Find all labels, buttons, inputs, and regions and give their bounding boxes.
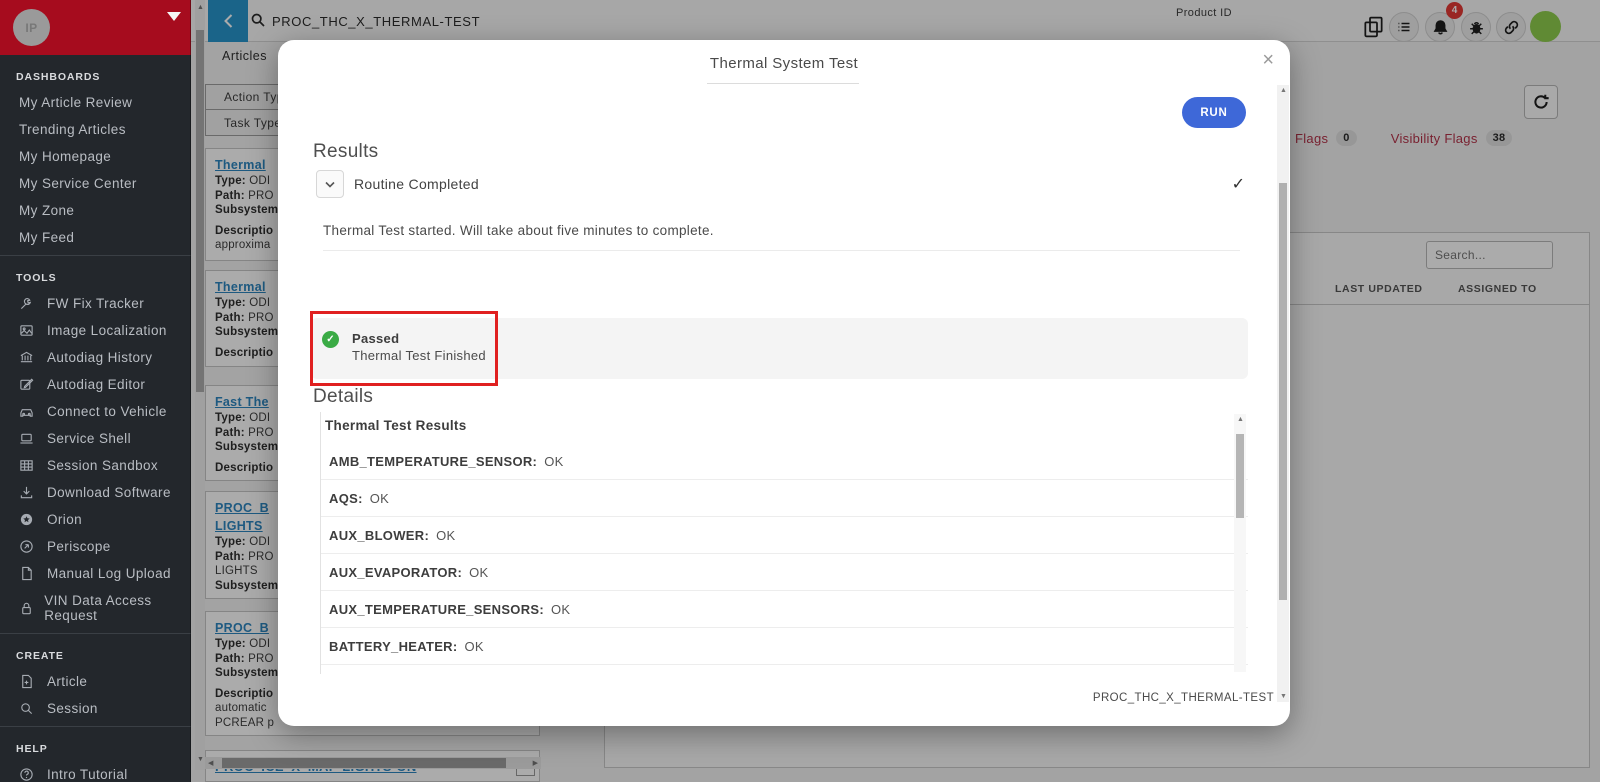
- car-icon: [19, 404, 38, 419]
- scrollbar-thumb[interactable]: [1236, 434, 1244, 518]
- sidebar-item-image-localization[interactable]: Image Localization: [0, 317, 191, 344]
- routine-status-row: Routine Completed ✓: [316, 170, 1250, 198]
- sidebar-item-connect-to-vehicle[interactable]: Connect to Vehicle: [0, 398, 191, 425]
- details-heading: Details: [313, 386, 373, 408]
- section-title: CREATE: [0, 646, 191, 668]
- sidebar-item-service-shell[interactable]: Service Shell: [0, 425, 191, 452]
- wrench-icon: [19, 296, 38, 311]
- sidebar-item-autodiag-history[interactable]: Autodiag History: [0, 344, 191, 371]
- result-row: AUX_BLOWER:OK: [321, 517, 1248, 554]
- sidebar-item-my-service-center[interactable]: My Service Center: [0, 170, 191, 197]
- check-icon: ✓: [1232, 174, 1245, 194]
- sidebar-item-orion[interactable]: Orion: [0, 506, 191, 533]
- close-icon[interactable]: ×: [1262, 50, 1274, 70]
- sidebar-item-download-software[interactable]: Download Software: [0, 479, 191, 506]
- sidebar-section-create: CREATE Article Session: [0, 634, 191, 727]
- sidebar-item-my-article-review[interactable]: My Article Review: [0, 89, 191, 116]
- table-icon: [19, 458, 38, 473]
- laptop-icon: [19, 431, 38, 446]
- app-root: IP DASHBOARDS My Article Review Trending…: [0, 0, 1600, 782]
- section-title: DASHBOARDS: [0, 67, 191, 89]
- sidebar-item-trending-articles[interactable]: Trending Articles: [0, 116, 191, 143]
- result-row: AUX_EVAPORATOR:OK: [321, 554, 1248, 591]
- details-title: Thermal Test Results: [321, 412, 1248, 443]
- sidebar-header: IP: [0, 0, 191, 55]
- sidebar-section-tools: TOOLS FW Fix Tracker Image Localization …: [0, 256, 191, 634]
- scroll-up-icon[interactable]: ▲: [1237, 416, 1244, 423]
- question-circle-icon: [19, 767, 38, 782]
- divider: [323, 250, 1240, 251]
- document-icon: [19, 566, 38, 581]
- sidebar-item-periscope[interactable]: Periscope: [0, 533, 191, 560]
- file-plus-icon: [19, 674, 38, 689]
- download-icon: [19, 485, 38, 500]
- details-panel: Thermal Test Results AMB_TEMPERATURE_SEN…: [320, 412, 1248, 674]
- title-underline: [707, 83, 859, 84]
- compass-icon: [19, 539, 38, 554]
- sidebar-item-vin-data-access-request[interactable]: VIN Data Access Request: [0, 587, 191, 629]
- run-button[interactable]: RUN: [1182, 97, 1246, 128]
- section-title: HELP: [0, 739, 191, 761]
- result-row: AQS:OK: [321, 480, 1248, 517]
- sidebar-item-autodiag-editor[interactable]: Autodiag Editor: [0, 371, 191, 398]
- sidebar-item-session[interactable]: Session: [0, 695, 191, 722]
- sidebar-section-dashboards: DASHBOARDS My Article Review Trending Ar…: [0, 55, 191, 256]
- results-heading: Results: [313, 141, 378, 163]
- avatar[interactable]: IP: [13, 9, 50, 46]
- result-row: AMB_TEMPERATURE_SENSOR:OK: [321, 443, 1248, 480]
- modal-scrollbar[interactable]: ▲ ▼: [1277, 85, 1289, 702]
- sidebar-item-article[interactable]: Article: [0, 668, 191, 695]
- details-scrollbar[interactable]: ▲: [1234, 414, 1246, 672]
- sidebar-item-my-homepage[interactable]: My Homepage: [0, 143, 191, 170]
- edit-icon: [19, 377, 38, 392]
- result-row: BATTERY_HEATER:OK: [321, 628, 1248, 665]
- section-title: TOOLS: [0, 268, 191, 290]
- sidebar-item-my-zone[interactable]: My Zone: [0, 197, 191, 224]
- routine-status-label: Routine Completed: [354, 176, 479, 192]
- star-circle-icon: [19, 512, 38, 527]
- modal-footer-procedure-id: PROC_THC_X_THERMAL-TEST: [1093, 692, 1274, 704]
- collapse-chevron-button[interactable]: [316, 170, 344, 198]
- lock-icon: [19, 601, 35, 616]
- annotation-highlight-box: [310, 311, 498, 386]
- scrollbar-thumb[interactable]: [1279, 183, 1287, 600]
- sidebar-item-fw-fix-tracker[interactable]: FW Fix Tracker: [0, 290, 191, 317]
- sidebar-section-help: HELP Intro Tutorial: [0, 727, 191, 782]
- sidebar-item-manual-log-upload[interactable]: Manual Log Upload: [0, 560, 191, 587]
- sidebar-item-intro-tutorial[interactable]: Intro Tutorial: [0, 761, 191, 782]
- result-row: AUX_TEMPERATURE_SENSORS:OK: [321, 591, 1248, 628]
- chevron-down-icon[interactable]: [167, 12, 181, 21]
- bank-icon: [19, 350, 38, 365]
- search-icon: [19, 701, 38, 716]
- sidebar: IP DASHBOARDS My Article Review Trending…: [0, 0, 191, 782]
- scroll-down-icon[interactable]: ▼: [1280, 693, 1287, 700]
- image-icon: [19, 323, 38, 338]
- sidebar-item-my-feed[interactable]: My Feed: [0, 224, 191, 251]
- modal-title: Thermal System Test: [278, 55, 1290, 72]
- test-start-message: Thermal Test started. Will take about fi…: [323, 223, 714, 238]
- thermal-test-modal: Thermal System Test × RUN Results Routin…: [278, 40, 1290, 726]
- scroll-up-icon[interactable]: ▲: [1280, 87, 1287, 94]
- result-row: BLOWER:OK: [321, 665, 1248, 674]
- sidebar-item-session-sandbox[interactable]: Session Sandbox: [0, 452, 191, 479]
